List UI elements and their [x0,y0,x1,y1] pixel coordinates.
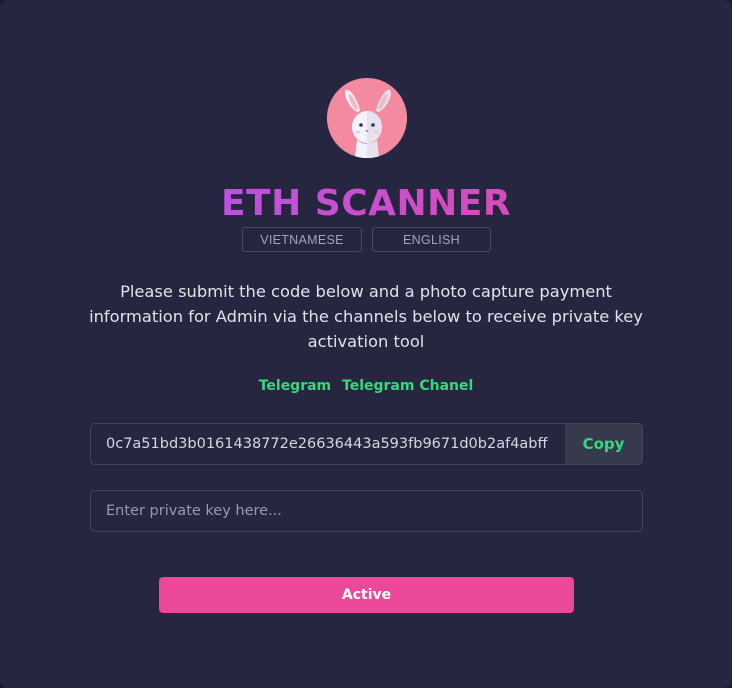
bunny-icon [327,78,407,158]
code-field-group: 0c7a51bd3b0161438772e26636443a593fb9671d… [90,423,643,465]
bunny-avatar-icon [327,78,407,158]
telegram-channel-link[interactable]: Telegram Chanel [342,378,473,394]
active-button[interactable]: Active [159,577,574,613]
copy-button[interactable]: Copy [565,424,642,464]
instructions-text: Please submit the code below and a photo… [89,282,643,351]
telegram-link[interactable]: Telegram [259,378,331,394]
language-english-button[interactable]: ENGLISH [372,227,491,252]
main-panel: ETH SCANNER VIETNAMESE ENGLISH Please su… [0,0,732,688]
page-title: ETH SCANNER [0,182,732,226]
language-vietnamese-button[interactable]: VIETNAMESE [242,227,362,252]
private-key-input[interactable] [90,490,643,532]
code-field[interactable]: 0c7a51bd3b0161438772e26636443a593fb9671d… [91,424,565,464]
contact-links: Telegram Telegram Chanel [0,378,732,394]
